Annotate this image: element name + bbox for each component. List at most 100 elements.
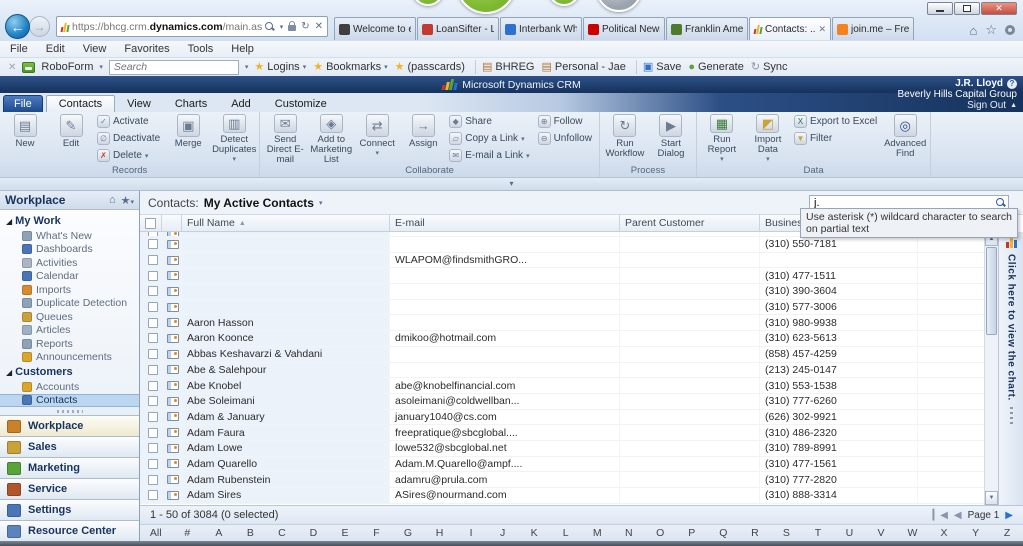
table-row[interactable]: Abe & Salehpour (213) 245-0147 — [140, 363, 984, 379]
table-row[interactable]: Adam Lowe lowe532@sbcglobal.net (310) 78… — [140, 441, 984, 457]
row-checkbox[interactable] — [148, 232, 158, 236]
joinme-bubble-icon[interactable] — [456, 0, 516, 14]
browser-tab[interactable]: Welcome to e... — [334, 17, 416, 40]
ribbon-button[interactable]: ✉ E-mail a Link ▾ — [446, 147, 534, 164]
ribbon-button[interactable]: ✉ Send Direct E-mail — [262, 113, 308, 165]
roboform-button[interactable]: ▤ BHREG — [472, 60, 535, 74]
module-button[interactable]: Marketing — [0, 457, 139, 478]
maximize-button[interactable] — [954, 2, 980, 15]
sidebar-item[interactable]: What's New — [0, 229, 139, 243]
joinme-bubble-icon[interactable] — [412, 0, 444, 6]
alphabet-filter[interactable]: N — [613, 527, 645, 539]
table-row[interactable]: WLAPOM@findsmithGRO... — [140, 253, 984, 269]
sidebar-item[interactable]: Queues — [0, 310, 139, 324]
row-checkbox[interactable] — [148, 412, 158, 422]
module-button[interactable]: Workplace — [0, 415, 139, 436]
sidebar-item[interactable]: Duplicate Detection — [0, 297, 139, 311]
ribbon-button[interactable]: ✗ Delete ▾ — [94, 147, 165, 164]
alphabet-filter[interactable]: X — [928, 527, 960, 539]
forward-button[interactable]: → — [29, 16, 50, 37]
tree-group-customers[interactable]: ◢Customers — [0, 364, 139, 380]
chevron-down-icon[interactable]: ▾ — [99, 63, 103, 71]
collapse-ribbon-icon[interactable]: ▾ — [509, 179, 513, 188]
row-checkbox[interactable] — [148, 302, 158, 312]
alphabet-filter[interactable]: # — [172, 527, 204, 539]
ribbon-button[interactable]: ▣ Merge — [165, 113, 211, 165]
alphabet-filter[interactable]: S — [771, 527, 803, 539]
ribbon-collapse-strip[interactable]: ▾ — [0, 178, 1023, 191]
alphabet-filter[interactable]: T — [802, 527, 834, 539]
alphabet-filter[interactable]: H — [424, 527, 456, 539]
row-checkbox[interactable] — [148, 333, 158, 343]
sidebar-item[interactable]: Dashboards — [0, 243, 139, 257]
row-checkbox[interactable] — [148, 318, 158, 328]
ribbon-button[interactable]: ◈ Add to Marketing List — [308, 113, 354, 165]
roboform-button[interactable]: ★ (passcards) — [395, 61, 465, 73]
alphabet-filter[interactable]: All — [140, 527, 172, 539]
module-button[interactable]: Resource Center — [0, 520, 139, 541]
alphabet-filter[interactable]: Z — [991, 527, 1023, 539]
ribbon-tab[interactable]: File — [3, 95, 43, 112]
row-checkbox[interactable] — [148, 396, 158, 406]
module-button[interactable]: Settings — [0, 499, 139, 520]
ribbon-button[interactable]: ↻ Run Workflow — [602, 113, 648, 165]
toolbar-close-icon[interactable]: ✕ — [8, 62, 16, 73]
home-icon[interactable]: ⌂ — [109, 194, 116, 206]
address-bar[interactable]: https://bhcg.crm.dynamics.com/main.aspx#… — [56, 16, 328, 37]
alphabet-filter[interactable]: W — [897, 527, 929, 539]
scrollbar-track[interactable] — [985, 336, 998, 491]
browser-tab[interactable]: Franklin Ameri... — [666, 17, 748, 40]
tree-group-my-work[interactable]: ◢My Work — [0, 213, 139, 229]
menu-item[interactable]: Help — [231, 43, 254, 55]
row-checkbox[interactable] — [148, 365, 158, 375]
row-checkbox[interactable] — [148, 475, 158, 485]
sidebar-item[interactable]: Announcements — [0, 351, 139, 365]
menu-item[interactable]: Edit — [46, 43, 65, 55]
sidebar-item[interactable]: Activities — [0, 256, 139, 270]
browser-tab[interactable]: LoanSifter - Lo... — [417, 17, 499, 40]
ribbon-tab[interactable]: Contacts — [46, 95, 115, 112]
table-row[interactable]: Adam Rubenstein adamru@prula.com (310) 7… — [140, 472, 984, 488]
row-checkbox[interactable] — [148, 428, 158, 438]
ribbon-button[interactable]: ✎ Edit — [48, 113, 94, 165]
menu-item[interactable]: File — [10, 43, 28, 55]
sign-out-link[interactable]: Sign Out — [967, 100, 1006, 111]
refresh-icon[interactable]: ↻ — [301, 21, 309, 32]
alphabet-filter[interactable]: V — [865, 527, 897, 539]
ribbon-button[interactable]: ✓ Activate — [94, 113, 165, 130]
first-page-icon[interactable]: ▎◀ — [933, 510, 948, 521]
collapse-header-icon[interactable]: ▲ — [1010, 100, 1017, 111]
sidebar-item[interactable]: Reports — [0, 337, 139, 351]
roboform-button[interactable]: ★ Logins ▾ — [254, 61, 306, 73]
row-checkbox[interactable] — [148, 239, 158, 249]
alphabet-filter[interactable]: R — [739, 527, 771, 539]
table-row[interactable]: Adam Quarello Adam.M.Quarello@ampf.... (… — [140, 457, 984, 473]
table-row[interactable]: Adam & January january1040@cs.com (626) … — [140, 410, 984, 426]
ribbon-button[interactable]: ⇄ Connect ▾ — [354, 113, 400, 165]
previous-page-icon[interactable]: ◀ — [954, 510, 962, 521]
joinme-bubble-icon[interactable] — [596, 0, 642, 12]
column-header-parent-customer[interactable]: Parent Customer — [620, 215, 760, 231]
alphabet-filter[interactable]: D — [298, 527, 330, 539]
ribbon-button[interactable]: ⊖ Unfollow — [535, 130, 597, 147]
column-header-email[interactable]: E-mail — [390, 215, 620, 231]
search-icon[interactable] — [265, 22, 275, 32]
row-checkbox[interactable] — [148, 286, 158, 296]
table-row[interactable]: Aaron Koonce dmikoo@hotmail.com (310) 62… — [140, 331, 984, 347]
select-all-checkbox[interactable] — [145, 218, 156, 229]
alphabet-filter[interactable]: M — [581, 527, 613, 539]
ribbon-button[interactable]: ◎ Advanced Find — [882, 113, 928, 165]
sidebar-item[interactable]: Calendar — [0, 270, 139, 284]
alphabet-filter[interactable]: E — [329, 527, 361, 539]
roboform-menu[interactable]: RoboForm — [41, 61, 93, 73]
row-checkbox[interactable] — [148, 381, 158, 391]
alphabet-filter[interactable]: I — [455, 527, 487, 539]
ribbon-button[interactable]: ◆ Share — [446, 113, 534, 130]
roboform-search-input[interactable] — [109, 60, 239, 75]
favorites-star-icon[interactable]: ★▾ — [121, 194, 134, 207]
table-row[interactable]: (310) 390-3604 — [140, 284, 984, 300]
row-checkbox[interactable] — [148, 255, 158, 265]
minimize-button[interactable] — [927, 2, 953, 15]
home-icon[interactable]: ⌂ — [969, 23, 977, 38]
scrollbar-thumb[interactable] — [986, 247, 997, 335]
